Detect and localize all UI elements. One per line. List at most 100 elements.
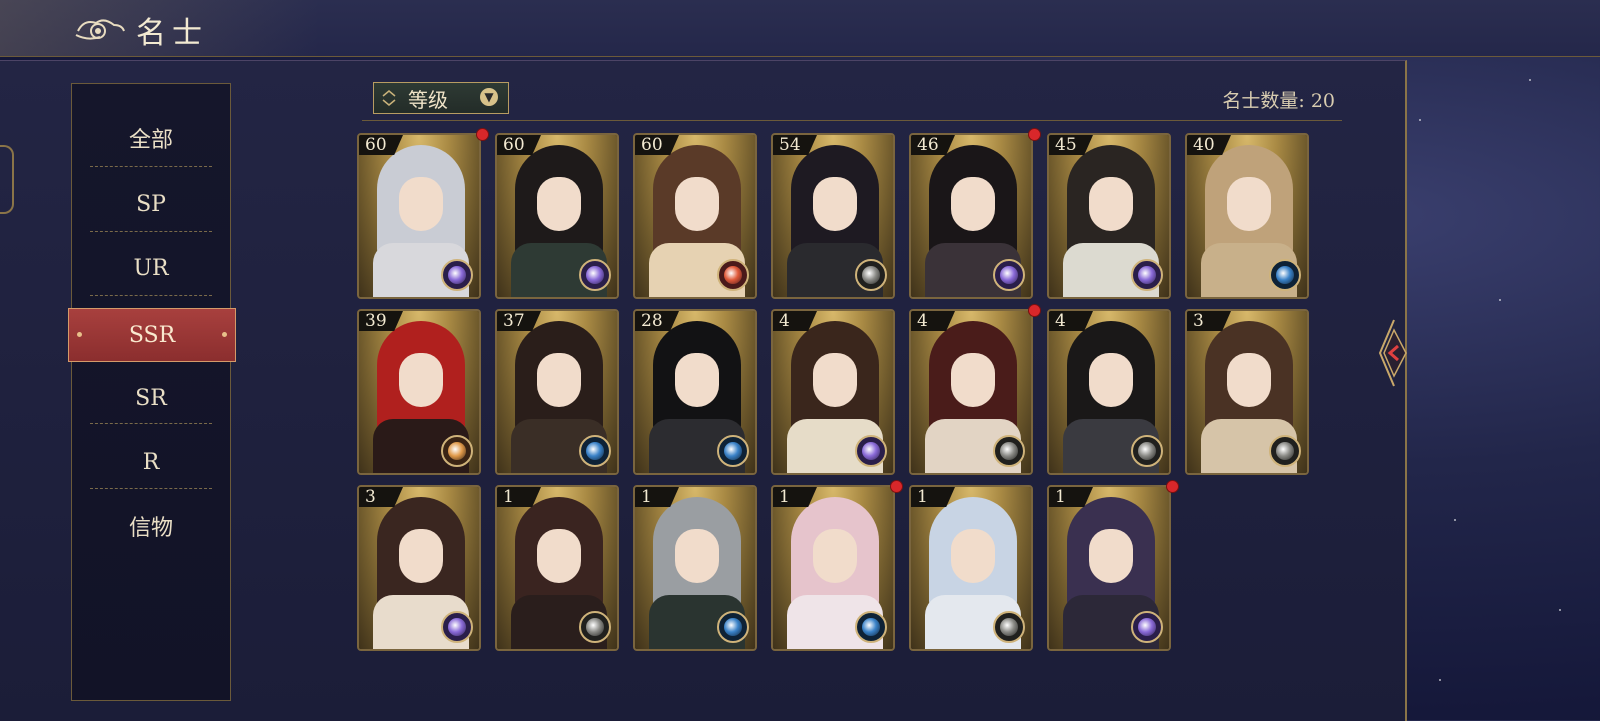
filter-r[interactable]: R xyxy=(72,430,230,494)
element-orb-core xyxy=(1138,266,1156,284)
portrait-face xyxy=(813,353,857,407)
purple-orb-icon xyxy=(993,259,1025,291)
purple-orb-icon xyxy=(579,259,611,291)
portrait-face xyxy=(1089,529,1133,583)
portrait-face xyxy=(1227,353,1271,407)
element-orb-core xyxy=(1138,442,1156,460)
rarity-filter-sidebar: 全部 SP UR SSR SR R 信物 xyxy=(68,83,236,701)
filter-ur-label: UR xyxy=(133,255,169,281)
character-card[interactable]: 60 xyxy=(357,133,481,299)
portrait-face xyxy=(1227,177,1271,231)
character-card[interactable]: 4 xyxy=(1047,309,1171,475)
element-orb-core xyxy=(1000,266,1018,284)
character-card[interactable]: 40 xyxy=(1185,133,1309,299)
character-card[interactable]: 60 xyxy=(495,133,619,299)
portrait-face xyxy=(1089,353,1133,407)
character-card[interactable]: 3 xyxy=(1185,309,1309,475)
element-orb-core xyxy=(1138,618,1156,636)
character-card[interactable]: 37 xyxy=(495,309,619,475)
character-card[interactable]: 45 xyxy=(1047,133,1171,299)
portrait-face xyxy=(675,177,719,231)
filter-r-label: R xyxy=(142,449,160,475)
portrait-face xyxy=(813,177,857,231)
sort-label: 等级 xyxy=(408,87,448,112)
dark-orb-icon xyxy=(579,611,611,643)
element-orb-core xyxy=(862,618,880,636)
element-orb-core xyxy=(862,442,880,460)
header-divider xyxy=(362,120,1342,121)
filter-sp-label: SP xyxy=(136,191,166,217)
dark-orb-icon xyxy=(1131,435,1163,467)
notification-dot xyxy=(1028,304,1041,317)
chevron-down-icon: ▼ xyxy=(480,88,498,106)
portrait-face xyxy=(951,177,995,231)
notification-dot xyxy=(1166,480,1179,493)
top-header: 名士 xyxy=(0,0,1600,57)
divider xyxy=(90,166,212,167)
purple-orb-icon xyxy=(441,611,473,643)
element-orb-core xyxy=(1000,442,1018,460)
portrait-face xyxy=(399,177,443,231)
next-page-arrow-icon[interactable] xyxy=(1372,318,1416,388)
element-orb-core xyxy=(586,442,604,460)
element-orb-core xyxy=(586,618,604,636)
element-orb-core xyxy=(724,618,742,636)
character-card[interactable]: 1 xyxy=(1047,485,1171,651)
filter-ssr[interactable]: SSR xyxy=(68,308,236,362)
portrait-face xyxy=(675,353,719,407)
active-dot-left xyxy=(77,332,82,337)
title-group: 名士 xyxy=(74,8,208,52)
filter-all-label: 全部 xyxy=(128,128,173,153)
filter-sp[interactable]: SP xyxy=(72,172,230,236)
filter-token-label: 信物 xyxy=(128,516,173,541)
filter-sr-label: SR xyxy=(135,385,167,411)
character-card[interactable]: 60 xyxy=(633,133,757,299)
page-title: 名士 xyxy=(136,16,208,51)
purple-orb-icon xyxy=(855,435,887,467)
element-orb-core xyxy=(586,266,604,284)
character-card[interactable]: 54 xyxy=(771,133,895,299)
character-card[interactable]: 1 xyxy=(771,485,895,651)
element-orb-core xyxy=(448,442,466,460)
purple-orb-icon xyxy=(1131,259,1163,291)
character-card[interactable]: 3 xyxy=(357,485,481,651)
filter-ur[interactable]: UR xyxy=(72,236,230,300)
notification-dot xyxy=(1028,128,1041,141)
character-card[interactable]: 4 xyxy=(909,309,1033,475)
character-card[interactable]: 1 xyxy=(633,485,757,651)
character-card[interactable]: 39 xyxy=(357,309,481,475)
character-card[interactable]: 4 xyxy=(771,309,895,475)
character-count: 名士数量: 20 xyxy=(1222,90,1335,112)
portrait-face xyxy=(1089,177,1133,231)
element-orb-core xyxy=(862,266,880,284)
portrait-face xyxy=(537,353,581,407)
portrait-face xyxy=(537,177,581,231)
notification-dot xyxy=(890,480,903,493)
notification-dot xyxy=(476,128,489,141)
filter-all[interactable]: 全部 xyxy=(72,106,230,170)
portrait-face xyxy=(951,353,995,407)
character-card[interactable]: 46 xyxy=(909,133,1033,299)
portrait-face xyxy=(399,529,443,583)
purple-orb-icon xyxy=(1131,611,1163,643)
orange-orb-icon xyxy=(441,435,473,467)
portrait-face xyxy=(813,529,857,583)
red-orb-icon xyxy=(717,259,749,291)
filter-token[interactable]: 信物 xyxy=(72,494,230,558)
filter-sr[interactable]: SR xyxy=(72,366,230,430)
blue-orb-icon xyxy=(1269,259,1301,291)
purple-orb-icon xyxy=(441,259,473,291)
dark-orb-icon xyxy=(855,259,887,291)
character-card[interactable]: 1 xyxy=(909,485,1033,651)
left-edge-tab[interactable] xyxy=(0,145,14,214)
character-card[interactable]: 28 xyxy=(633,309,757,475)
portrait-face xyxy=(951,529,995,583)
sort-dropdown[interactable]: 等级 ▼ xyxy=(373,82,509,114)
divider xyxy=(90,295,212,296)
dark-orb-icon xyxy=(1269,435,1301,467)
divider xyxy=(90,488,212,489)
character-card[interactable]: 1 xyxy=(495,485,619,651)
dark-orb-icon xyxy=(993,611,1025,643)
element-orb-core xyxy=(724,442,742,460)
divider xyxy=(90,423,212,424)
